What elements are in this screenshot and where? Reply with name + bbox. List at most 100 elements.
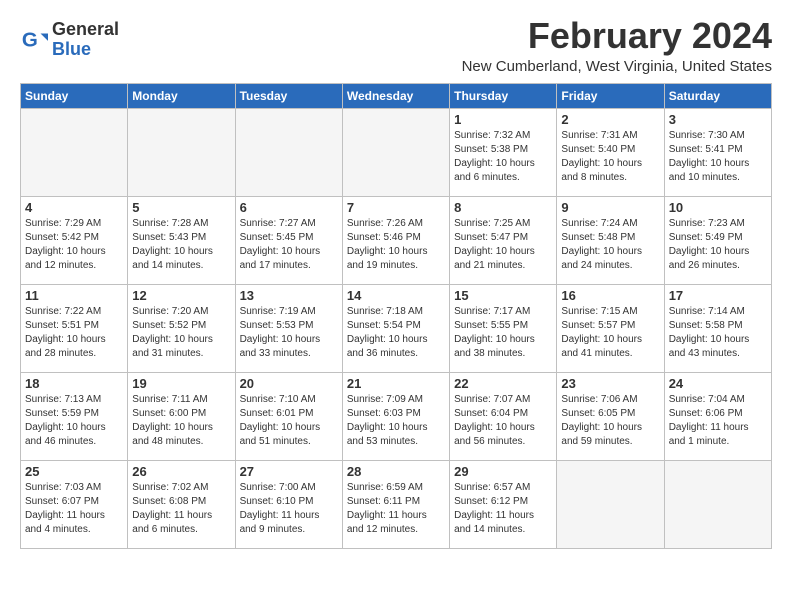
title-section: February 2024 New Cumberland, West Virgi…: [462, 16, 772, 75]
day-number: 5: [132, 200, 230, 215]
location-title: New Cumberland, West Virginia, United St…: [462, 58, 772, 75]
day-number: 7: [347, 200, 445, 215]
calendar-cell: 24 Sunrise: 7:04 AM Sunset: 6:06 PM Dayli…: [664, 372, 771, 460]
day-number: 14: [347, 288, 445, 303]
calendar-cell: 22 Sunrise: 7:07 AM Sunset: 6:04 PM Dayli…: [450, 372, 557, 460]
calendar-cell: 14 Sunrise: 7:18 AM Sunset: 5:54 PM Dayli…: [342, 284, 449, 372]
logo-icon: G: [20, 26, 48, 54]
day-number: 28: [347, 464, 445, 479]
day-info: Sunrise: 7:19 AM Sunset: 5:53 PM Dayligh…: [240, 305, 338, 361]
calendar-cell: 15 Sunrise: 7:17 AM Sunset: 5:55 PM Dayli…: [450, 284, 557, 372]
day-info: Sunrise: 7:10 AM Sunset: 6:01 PM Dayligh…: [240, 393, 338, 449]
day-number: 13: [240, 288, 338, 303]
day-number: 15: [454, 288, 552, 303]
calendar-cell: 13 Sunrise: 7:19 AM Sunset: 5:53 PM Dayli…: [235, 284, 342, 372]
calendar-week-2: 4 Sunrise: 7:29 AM Sunset: 5:42 PM Daylig…: [21, 196, 772, 284]
day-info: Sunrise: 6:57 AM Sunset: 6:12 PM Dayligh…: [454, 481, 552, 537]
calendar-cell: 19 Sunrise: 7:11 AM Sunset: 6:00 PM Dayli…: [128, 372, 235, 460]
day-info: Sunrise: 7:04 AM Sunset: 6:06 PM Dayligh…: [669, 393, 767, 449]
day-number: 20: [240, 376, 338, 391]
calendar-cell: [235, 108, 342, 196]
weekday-header-row: SundayMondayTuesdayWednesdayThursdayFrid…: [21, 83, 772, 108]
day-number: 10: [669, 200, 767, 215]
calendar-cell: 12Sunrise: 7:20 AM Sunset: 5:52 PM Dayli…: [128, 284, 235, 372]
day-number: 25: [25, 464, 123, 479]
calendar-cell: 18 Sunrise: 7:13 AM Sunset: 5:59 PM Dayli…: [21, 372, 128, 460]
weekday-header-saturday: Saturday: [664, 83, 771, 108]
calendar-cell: 11 Sunrise: 7:22 AM Sunset: 5:51 PM Dayli…: [21, 284, 128, 372]
weekday-header-friday: Friday: [557, 83, 664, 108]
day-number: 21: [347, 376, 445, 391]
day-number: 12: [132, 288, 230, 303]
day-info: Sunrise: 7:03 AM Sunset: 6:07 PM Dayligh…: [25, 481, 123, 537]
day-info: Sunrise: 7:11 AM Sunset: 6:00 PM Dayligh…: [132, 393, 230, 449]
page-header: G General Blue February 2024 New Cumberl…: [20, 16, 772, 75]
day-info: Sunrise: 7:09 AM Sunset: 6:03 PM Dayligh…: [347, 393, 445, 449]
calendar-cell: 8Sunrise: 7:25 AM Sunset: 5:47 PM Daylig…: [450, 196, 557, 284]
calendar-cell: 17Sunrise: 7:14 AM Sunset: 5:58 PM Dayli…: [664, 284, 771, 372]
weekday-header-monday: Monday: [128, 83, 235, 108]
day-number: 22: [454, 376, 552, 391]
calendar-cell: 5 Sunrise: 7:28 AM Sunset: 5:43 PM Daylig…: [128, 196, 235, 284]
calendar-week-1: 1Sunrise: 7:32 AM Sunset: 5:38 PM Daylig…: [21, 108, 772, 196]
day-info: Sunrise: 7:14 AM Sunset: 5:58 PM Dayligh…: [669, 305, 767, 361]
calendar-table: SundayMondayTuesdayWednesdayThursdayFrid…: [20, 83, 772, 549]
day-number: 3: [669, 112, 767, 127]
day-info: Sunrise: 7:00 AM Sunset: 6:10 PM Dayligh…: [240, 481, 338, 537]
calendar-cell: 7 Sunrise: 7:26 AM Sunset: 5:46 PM Daylig…: [342, 196, 449, 284]
day-number: 27: [240, 464, 338, 479]
calendar-cell: 25 Sunrise: 7:03 AM Sunset: 6:07 PM Dayli…: [21, 460, 128, 548]
day-info: Sunrise: 7:24 AM Sunset: 5:48 PM Dayligh…: [561, 217, 659, 273]
day-number: 4: [25, 200, 123, 215]
day-number: 26: [132, 464, 230, 479]
day-info: Sunrise: 7:23 AM Sunset: 5:49 PM Dayligh…: [669, 217, 767, 273]
calendar-cell: 3 Sunrise: 7:30 AM Sunset: 5:41 PM Daylig…: [664, 108, 771, 196]
weekday-header-wednesday: Wednesday: [342, 83, 449, 108]
day-info: Sunrise: 7:13 AM Sunset: 5:59 PM Dayligh…: [25, 393, 123, 449]
day-info: Sunrise: 7:02 AM Sunset: 6:08 PM Dayligh…: [132, 481, 230, 537]
day-info: Sunrise: 7:17 AM Sunset: 5:55 PM Dayligh…: [454, 305, 552, 361]
calendar-cell: [664, 460, 771, 548]
calendar-week-5: 25 Sunrise: 7:03 AM Sunset: 6:07 PM Dayli…: [21, 460, 772, 548]
calendar-cell: 16 Sunrise: 7:15 AM Sunset: 5:57 PM Dayli…: [557, 284, 664, 372]
calendar-cell: 6 Sunrise: 7:27 AM Sunset: 5:45 PM Daylig…: [235, 196, 342, 284]
calendar-cell: 28Sunrise: 6:59 AM Sunset: 6:11 PM Dayli…: [342, 460, 449, 548]
calendar-week-3: 11 Sunrise: 7:22 AM Sunset: 5:51 PM Dayli…: [21, 284, 772, 372]
calendar-cell: [557, 460, 664, 548]
day-number: 23: [561, 376, 659, 391]
day-info: Sunrise: 7:22 AM Sunset: 5:51 PM Dayligh…: [25, 305, 123, 361]
day-number: 2: [561, 112, 659, 127]
weekday-header-thursday: Thursday: [450, 83, 557, 108]
day-number: 19: [132, 376, 230, 391]
calendar-cell: [342, 108, 449, 196]
day-number: 6: [240, 200, 338, 215]
month-title: February 2024: [462, 16, 772, 56]
day-info: Sunrise: 7:15 AM Sunset: 5:57 PM Dayligh…: [561, 305, 659, 361]
day-info: Sunrise: 7:28 AM Sunset: 5:43 PM Dayligh…: [132, 217, 230, 273]
day-info: Sunrise: 7:26 AM Sunset: 5:46 PM Dayligh…: [347, 217, 445, 273]
day-number: 18: [25, 376, 123, 391]
day-info: Sunrise: 7:29 AM Sunset: 5:42 PM Dayligh…: [25, 217, 123, 273]
calendar-cell: 10 Sunrise: 7:23 AM Sunset: 5:49 PM Dayli…: [664, 196, 771, 284]
day-number: 24: [669, 376, 767, 391]
weekday-header-tuesday: Tuesday: [235, 83, 342, 108]
day-number: 29: [454, 464, 552, 479]
weekday-header-sunday: Sunday: [21, 83, 128, 108]
logo-general: General Blue: [52, 20, 119, 60]
day-info: Sunrise: 7:07 AM Sunset: 6:04 PM Dayligh…: [454, 393, 552, 449]
calendar-cell: 26 Sunrise: 7:02 AM Sunset: 6:08 PM Dayli…: [128, 460, 235, 548]
calendar-cell: [21, 108, 128, 196]
calendar-cell: 2Sunrise: 7:31 AM Sunset: 5:40 PM Daylig…: [557, 108, 664, 196]
logo: G General Blue: [20, 20, 119, 60]
day-info: Sunrise: 7:27 AM Sunset: 5:45 PM Dayligh…: [240, 217, 338, 273]
day-number: 16: [561, 288, 659, 303]
day-number: 11: [25, 288, 123, 303]
calendar-cell: 29 Sunrise: 6:57 AM Sunset: 6:12 PM Dayli…: [450, 460, 557, 548]
calendar-week-4: 18 Sunrise: 7:13 AM Sunset: 5:59 PM Dayli…: [21, 372, 772, 460]
calendar-cell: 4 Sunrise: 7:29 AM Sunset: 5:42 PM Daylig…: [21, 196, 128, 284]
calendar-cell: 27 Sunrise: 7:00 AM Sunset: 6:10 PM Dayli…: [235, 460, 342, 548]
day-info: Sunrise: 7:30 AM Sunset: 5:41 PM Dayligh…: [669, 129, 767, 185]
calendar-cell: 1Sunrise: 7:32 AM Sunset: 5:38 PM Daylig…: [450, 108, 557, 196]
svg-text:G: G: [22, 28, 38, 51]
day-info: Sunrise: 7:18 AM Sunset: 5:54 PM Dayligh…: [347, 305, 445, 361]
